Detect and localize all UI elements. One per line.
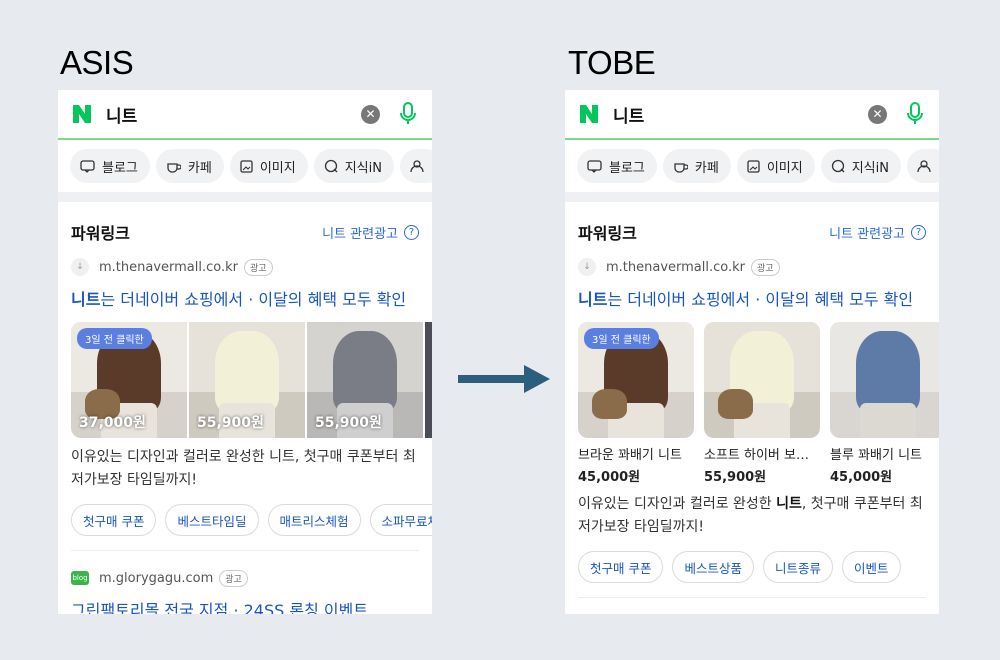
help-icon[interactable]: ? (404, 224, 419, 240)
ad-tag[interactable]: 이벤트 (842, 551, 901, 583)
ad-tag-list: 첫구매 쿠폰 베스트상품 니트종류 이벤트 (578, 551, 939, 583)
product-images: 3일 전 클릭한 37,000원 55,900원 55,900원 (71, 322, 432, 438)
person-icon (917, 159, 931, 173)
product-info[interactable]: 브라운 꽈배기 니트 45,000원 (578, 444, 694, 485)
product-price: 55,900원 (704, 470, 767, 485)
related-ad-link[interactable]: 니트 관련광고? (829, 223, 926, 242)
ad-url[interactable]: m.thenavermall.co.kr (99, 260, 238, 275)
ad-tag[interactable]: 첫구매 쿠폰 (71, 504, 157, 536)
ad-title[interactable]: 니트는 더네이버 쇼핑에서 · 이달의 혜택 모두 확인 (71, 286, 419, 310)
product-name: 소프트 하이버 보… (704, 448, 809, 463)
product-image[interactable]: 55,900원 (307, 322, 423, 438)
chip-cafe[interactable]: 카페 (155, 149, 224, 183)
product-info-list: 브라운 꽈배기 니트 45,000원 소프트 하이버 보… 55,900원 블루… (578, 444, 926, 485)
ad-tag-list: 첫구매 쿠폰 베스트타임딜 매트리스체험 소파무료체험 (71, 504, 432, 536)
product-image[interactable] (830, 322, 939, 438)
ad-url[interactable]: m.thenavermall.co.kr (606, 260, 745, 275)
chip-image[interactable]: 이미지 (229, 149, 308, 183)
cafe-icon (166, 159, 181, 173)
product-image[interactable]: 3일 전 클릭한 (578, 322, 694, 438)
chip-blog[interactable]: 블로그 (577, 149, 657, 183)
clear-icon[interactable]: ✕ (868, 104, 887, 124)
powerlink-card: 파워링크 니트 관련광고? ↓ m.thenavermall.co.kr 광고 … (58, 202, 432, 614)
search-bar[interactable]: 니트 ✕ (565, 90, 939, 140)
chip-image[interactable]: 이미지 (736, 149, 815, 183)
ad-badge: 광고 (751, 258, 780, 276)
asis-label: ASIS (60, 44, 134, 81)
product-image[interactable] (425, 322, 432, 438)
ad-badge: 광고 (219, 569, 248, 587)
chip-people[interactable] (399, 149, 432, 183)
tobe-label: TOBE (568, 44, 656, 81)
chip-kin[interactable]: 지식iN (313, 149, 394, 183)
ad-site-row[interactable]: ↓ m.thenavermall.co.kr 광고 (71, 256, 419, 278)
site-favicon-icon: ↓ (578, 258, 596, 276)
blog-icon (587, 159, 602, 173)
category-chips: 블로그 카페 이미지 지식iN (565, 140, 939, 192)
ad-tag[interactable]: 첫구매 쿠폰 (578, 551, 664, 583)
ad-tag[interactable]: 소파무료체험 (369, 504, 432, 536)
product-price: 37,000원 (79, 415, 146, 431)
naver-n-icon[interactable] (577, 102, 601, 126)
product-price: 55,900원 (315, 415, 382, 431)
recent-click-badge: 3일 전 클릭한 (584, 328, 659, 349)
ad-tag[interactable]: 매트리스체험 (267, 504, 361, 536)
product-name: 브라운 꽈배기 니트 (578, 448, 682, 463)
image-icon (240, 159, 253, 173)
blog-favicon-icon: blog (71, 571, 89, 585)
product-price: 55,900원 (197, 415, 264, 431)
powerlink-title: 파워링크 (71, 224, 130, 243)
image-icon (747, 159, 760, 173)
chip-kin[interactable]: 지식iN (820, 149, 901, 183)
ad-site-row[interactable]: ↓ m.thenavermall.co.kr 광고 (578, 256, 926, 278)
ad-badge: 광고 (244, 258, 273, 276)
blog-icon (80, 159, 95, 173)
kin-icon (831, 159, 845, 173)
powerlink-card: 파워링크 니트 관련광고? ↓ m.thenavermall.co.kr 광고 … (565, 202, 939, 614)
asis-screen: 니트 ✕ 블로그 카페 이미지 지식iN 파워링크 니트 관련광고? ↓ m.t… (58, 90, 432, 614)
clear-icon[interactable]: ✕ (361, 104, 380, 124)
divider (71, 550, 419, 551)
ad-title[interactable]: 니트는 더네이버 쇼핑에서 · 이달의 혜택 모두 확인 (578, 286, 926, 310)
cafe-icon (673, 159, 688, 173)
product-price: 45,000원 (578, 470, 641, 485)
product-image[interactable] (704, 322, 820, 438)
person-icon (410, 159, 424, 173)
mic-icon[interactable] (905, 101, 925, 127)
product-info[interactable]: 블루 꽈배기 니트 45,000원 (830, 444, 939, 485)
search-query[interactable]: 니트 (106, 102, 361, 127)
ad-description: 이유있는 디자인과 컬러로 완성한 니트, 첫구매 쿠폰부터 최저가보장 타임딜… (578, 496, 923, 535)
help-icon[interactable]: ? (911, 224, 926, 240)
kin-icon (324, 159, 338, 173)
related-ad-link[interactable]: 니트 관련광고? (322, 223, 419, 242)
ad-site-row[interactable]: blog m.glorygagu.com 광고 (71, 567, 419, 589)
ad-description: 이유있는 디자인과 컬러로 완성한 니트, 첫구매 쿠폰부터 최저가보장 타임딜… (71, 449, 416, 488)
chip-people[interactable] (906, 149, 939, 183)
chip-blog[interactable]: 블로그 (70, 149, 150, 183)
naver-n-icon[interactable] (70, 102, 94, 126)
product-price: 45,000원 (830, 470, 893, 485)
category-chips: 블로그 카페 이미지 지식iN (58, 140, 432, 192)
product-images: 3일 전 클릭한 (578, 322, 939, 438)
search-query[interactable]: 니트 (613, 102, 868, 127)
ad-tag[interactable]: 니트종류 (763, 551, 834, 583)
arrow-icon (458, 365, 550, 393)
ad-title[interactable]: 그린팩토리몰 전국 지점 · 24SS 론칭 이벤트 (71, 597, 419, 614)
powerlink-title: 파워링크 (578, 224, 637, 243)
divider (578, 597, 926, 598)
product-image[interactable]: 55,900원 (189, 322, 305, 438)
product-info[interactable]: 소프트 하이버 보… 55,900원 (704, 444, 820, 485)
mic-icon[interactable] (398, 101, 418, 127)
chip-cafe[interactable]: 카페 (662, 149, 731, 183)
recent-click-badge: 3일 전 클릭한 (77, 328, 152, 349)
ad-url[interactable]: m.glorygagu.com (99, 571, 213, 586)
ad-tag[interactable]: 베스트상품 (672, 551, 754, 583)
site-favicon-icon: ↓ (71, 258, 89, 276)
ad-tag[interactable]: 베스트타임딜 (165, 504, 259, 536)
tobe-screen: 니트 ✕ 블로그 카페 이미지 지식iN 파워링크 니트 관련광고? ↓ m.t… (565, 90, 939, 614)
product-image[interactable]: 3일 전 클릭한 37,000원 (71, 322, 187, 438)
product-name: 블루 꽈배기 니트 (830, 448, 922, 463)
search-bar[interactable]: 니트 ✕ (58, 90, 432, 140)
